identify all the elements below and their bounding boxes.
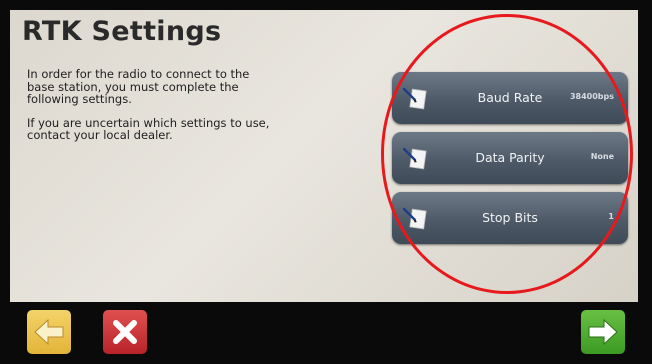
baud-rate-button[interactable]: Baud Rate 38400bps [392,72,628,124]
rtk-settings-screen: RTK Settings In order for the radio to c… [10,10,638,302]
page-title: RTK Settings [22,16,222,47]
instruction-paragraph: If you are uncertain which settings to u… [27,115,270,142]
back-button[interactable] [27,310,71,354]
close-icon [113,320,137,344]
arrow-left-icon [34,318,64,346]
setting-value: 1 [608,212,614,221]
instructions-text: In order for the radio to connect to the… [27,68,357,153]
setting-value: 38400bps [569,92,614,101]
instruction-paragraph: In order for the radio to connect to the… [27,67,250,106]
next-button[interactable] [581,310,625,354]
display-device: RTK Settings In order for the radio to c… [0,0,652,364]
arrow-right-icon [588,318,618,346]
setting-label: Stop Bits [482,210,538,225]
cancel-button[interactable] [103,310,147,354]
setting-value: None [590,152,614,161]
data-parity-button[interactable]: Data Parity None [392,132,628,184]
stop-bits-button[interactable]: Stop Bits 1 [392,192,628,244]
